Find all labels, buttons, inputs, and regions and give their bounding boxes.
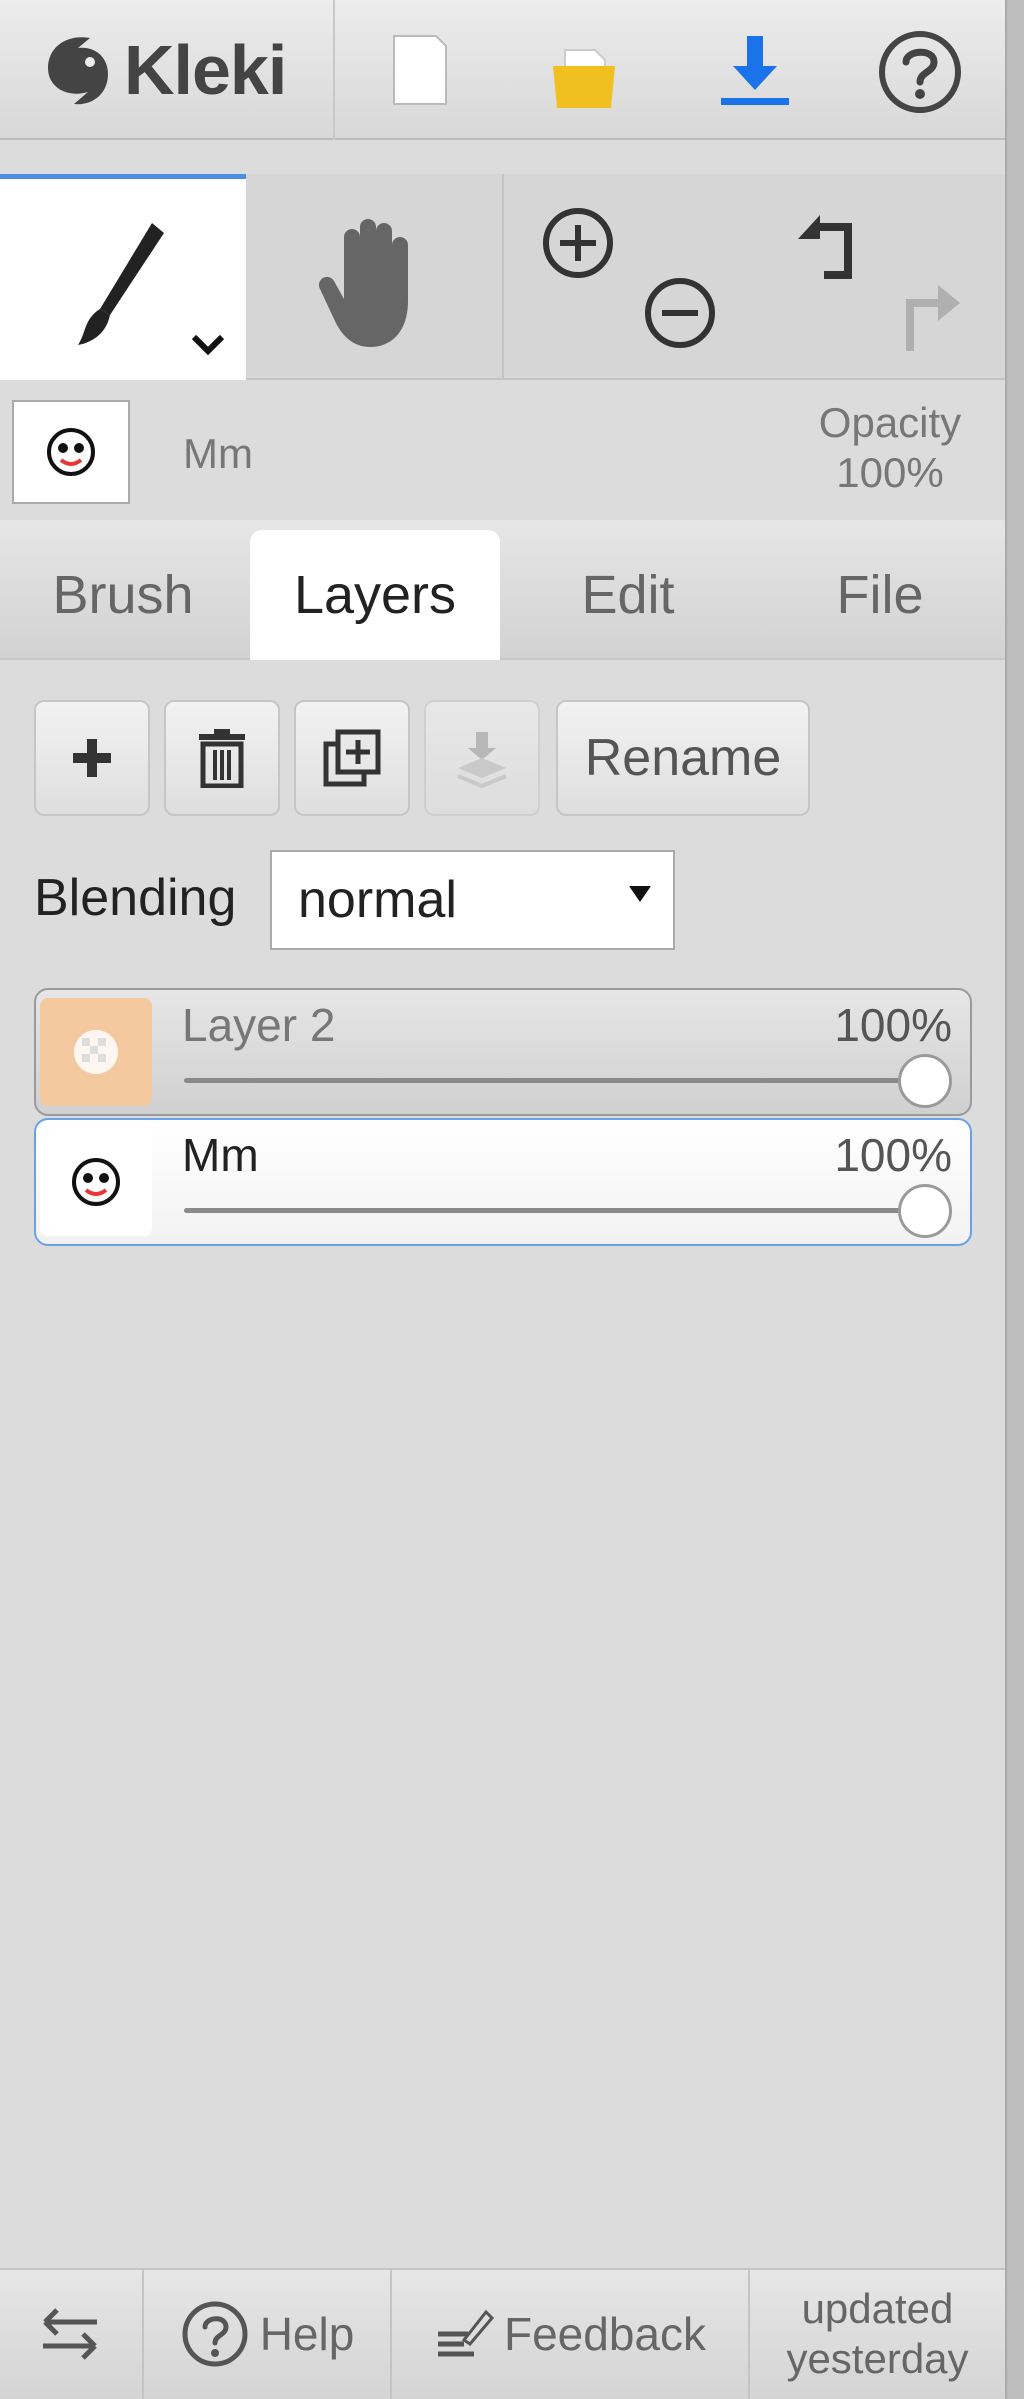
blending-mode-value: normal (298, 871, 457, 929)
update-status: updated yesterday (750, 2268, 1005, 2399)
swap-side-button[interactable] (0, 2268, 140, 2399)
feedback-link[interactable]: Feedback (392, 2268, 748, 2399)
current-layer-name: Mm (183, 430, 253, 477)
help-icon (182, 2301, 248, 2366)
updated-line-1: updated (801, 2284, 954, 2332)
zoom-out-icon (645, 278, 715, 348)
layer-thumbnail (40, 1128, 152, 1236)
zoom-in-icon (543, 208, 613, 278)
hand-tool-button[interactable] (252, 205, 498, 355)
layer-opacity-slider[interactable] (184, 1208, 940, 1213)
help-button[interactable] (876, 28, 964, 116)
feedback-label: Feedback (503, 2307, 706, 2360)
delete-layer-button[interactable] (164, 700, 280, 816)
layer-opacity-value: 100% (834, 999, 952, 1051)
panel-right-edge (1005, 0, 1024, 2399)
layer-opacity-knob[interactable] (898, 1054, 952, 1108)
open-file-button[interactable] (545, 36, 625, 116)
brush-tool-button[interactable] (0, 174, 246, 380)
open-folder-icon (553, 49, 615, 108)
zoom-in-button[interactable] (540, 205, 616, 281)
app-logo[interactable]: Kleki (38, 28, 287, 112)
brush-icon (78, 223, 164, 345)
tab-brush[interactable]: Brush (0, 530, 246, 660)
face-icon (72, 1158, 120, 1206)
merge-down-icon (457, 732, 507, 788)
duplicate-layer-button[interactable] (294, 700, 410, 816)
duplicate-icon (323, 729, 381, 787)
tab-layers[interactable]: Layers (250, 530, 500, 660)
layer-preview-thumbnail[interactable] (12, 400, 130, 504)
layer-thumbnail-content (74, 1030, 118, 1074)
feedback-icon (437, 2309, 494, 2356)
blending-mode-select[interactable]: normal (270, 850, 675, 950)
help-label: Help (259, 2307, 355, 2360)
delete-icon (199, 729, 245, 788)
new-file-icon (393, 35, 447, 105)
updated-line-2: yesterday (786, 2334, 969, 2382)
layer-name: Layer 2 (182, 999, 336, 1051)
layer-item-selected[interactable]: Mm 100% (34, 1118, 972, 1246)
layer-item[interactable]: Layer 2 100% (34, 988, 972, 1116)
help-icon (879, 31, 961, 113)
swap-icon (43, 2307, 97, 2360)
dropdown-arrow-icon (629, 886, 651, 902)
add-layer-icon (73, 739, 111, 777)
face-icon (47, 428, 95, 476)
opacity-label: Opacity (818, 399, 962, 446)
rename-layer-button[interactable]: Rename (556, 700, 810, 816)
download-button[interactable] (715, 30, 795, 110)
add-layer-button[interactable] (34, 700, 150, 816)
layer-opacity-knob[interactable] (898, 1184, 952, 1238)
hand-icon (318, 219, 408, 347)
opacity-readout: Opacity 100% (800, 398, 980, 498)
app-name: Kleki (124, 31, 287, 109)
blending-label: Blending (34, 869, 237, 927)
download-icon (721, 36, 789, 105)
merge-down-button[interactable] (424, 700, 540, 816)
layer-name: Mm (182, 1129, 259, 1181)
tab-file[interactable]: File (755, 530, 1005, 660)
layer-opacity-slider[interactable] (184, 1078, 940, 1083)
layer-opacity-value: 100% (834, 1129, 952, 1181)
zoom-out-button[interactable] (642, 275, 718, 351)
redo-icon (906, 285, 960, 351)
kleki-logo-icon (48, 37, 108, 105)
help-link[interactable]: Help (144, 2268, 390, 2399)
chevron-down-icon[interactable] (188, 329, 228, 359)
undo-button[interactable] (790, 205, 870, 285)
undo-icon (798, 215, 852, 279)
opacity-value: 100% (836, 449, 944, 496)
new-file-button[interactable] (380, 30, 460, 110)
tab-edit[interactable]: Edit (505, 530, 751, 660)
redo-button[interactable] (890, 275, 970, 355)
layer-thumbnail (40, 998, 152, 1106)
